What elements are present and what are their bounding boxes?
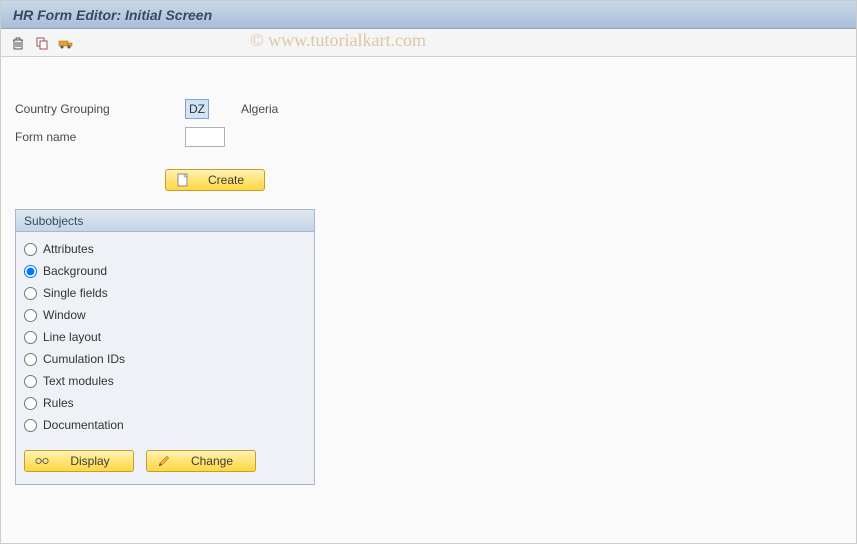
- country-name-text: Algeria: [241, 102, 278, 116]
- radio-window-label: Window: [43, 308, 86, 322]
- create-button-row: Create: [165, 169, 842, 191]
- country-grouping-row: Country Grouping DZ Algeria: [15, 97, 842, 121]
- transport-icon[interactable]: [57, 34, 75, 52]
- change-button[interactable]: Change: [146, 450, 256, 472]
- radio-rules-label: Rules: [43, 396, 74, 410]
- form-name-input[interactable]: [185, 127, 225, 147]
- radio-background[interactable]: Background: [24, 260, 306, 282]
- display-button-label: Display: [57, 454, 123, 468]
- radio-attributes-label: Attributes: [43, 242, 94, 256]
- radio-text-modules-input[interactable]: [24, 375, 37, 388]
- radio-text-modules-label: Text modules: [43, 374, 114, 388]
- radio-documentation[interactable]: Documentation: [24, 414, 306, 436]
- document-new-icon: [176, 173, 190, 187]
- delete-icon[interactable]: [9, 34, 27, 52]
- content-area: Country Grouping DZ Algeria Form name Cr…: [1, 57, 856, 495]
- display-button[interactable]: Display: [24, 450, 134, 472]
- radio-documentation-label: Documentation: [43, 418, 124, 432]
- radio-background-label: Background: [43, 264, 107, 278]
- title-bar: HR Form Editor: Initial Screen: [1, 1, 856, 29]
- country-grouping-value: DZ: [189, 102, 205, 116]
- radio-single-fields-label: Single fields: [43, 286, 108, 300]
- page-title: HR Form Editor: Initial Screen: [13, 7, 212, 23]
- radio-rules-input[interactable]: [24, 397, 37, 410]
- copy-icon[interactable]: [33, 34, 51, 52]
- glasses-icon: [35, 454, 49, 468]
- form-name-row: Form name: [15, 125, 842, 149]
- radio-line-layout[interactable]: Line layout: [24, 326, 306, 348]
- toolbar: [1, 29, 856, 57]
- subobjects-header: Subobjects: [16, 210, 314, 232]
- form-name-label: Form name: [15, 130, 185, 144]
- radio-background-input[interactable]: [24, 265, 37, 278]
- radio-attributes[interactable]: Attributes: [24, 238, 306, 260]
- create-button[interactable]: Create: [165, 169, 265, 191]
- radio-attributes-input[interactable]: [24, 243, 37, 256]
- radio-cumulation-ids[interactable]: Cumulation IDs: [24, 348, 306, 370]
- subobjects-panel: Subobjects Attributes Background Single …: [15, 209, 315, 485]
- radio-documentation-input[interactable]: [24, 419, 37, 432]
- create-button-label: Create: [198, 173, 254, 187]
- change-button-label: Change: [179, 454, 245, 468]
- radio-rules[interactable]: Rules: [24, 392, 306, 414]
- radio-single-fields[interactable]: Single fields: [24, 282, 306, 304]
- radio-window-input[interactable]: [24, 309, 37, 322]
- country-grouping-label: Country Grouping: [15, 102, 185, 116]
- country-grouping-input[interactable]: DZ: [185, 99, 209, 119]
- radio-text-modules[interactable]: Text modules: [24, 370, 306, 392]
- radio-line-layout-input[interactable]: [24, 331, 37, 344]
- radio-cumulation-ids-input[interactable]: [24, 353, 37, 366]
- radio-line-layout-label: Line layout: [43, 330, 101, 344]
- pencil-icon: [157, 454, 171, 468]
- radio-window[interactable]: Window: [24, 304, 306, 326]
- subobjects-body: Attributes Background Single fields Wind…: [16, 232, 314, 484]
- radio-cumulation-ids-label: Cumulation IDs: [43, 352, 125, 366]
- radio-single-fields-input[interactable]: [24, 287, 37, 300]
- panel-buttons-row: Display Change: [24, 450, 306, 472]
